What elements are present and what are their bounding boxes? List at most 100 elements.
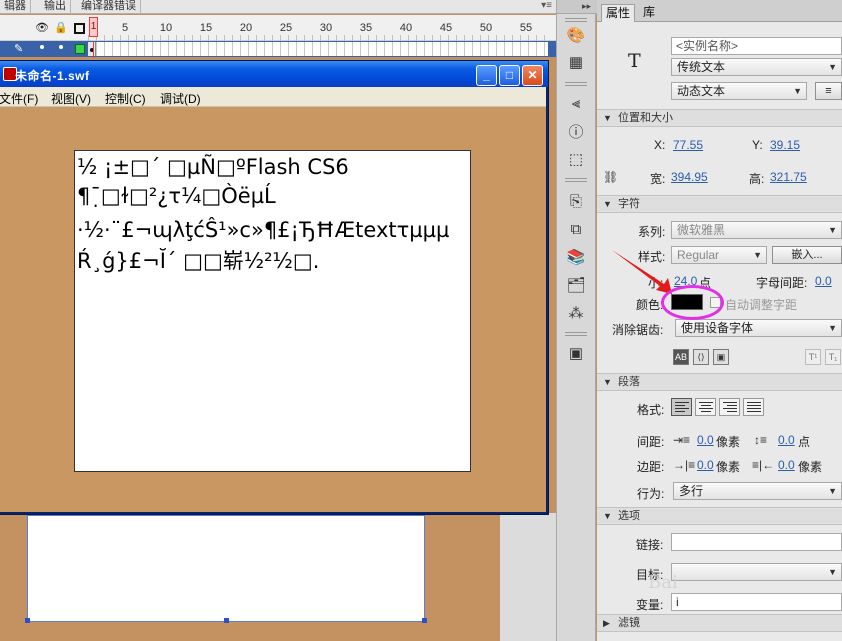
menu-debug[interactable]: 调试(D) (160, 90, 201, 107)
align-panel-icon[interactable]: ⫷ (565, 92, 587, 114)
selectable-icon[interactable]: AB (673, 349, 689, 365)
resize-handle[interactable] (422, 618, 427, 623)
text-orientation-button[interactable]: ≡ (815, 82, 842, 100)
layer-row[interactable]: ✎ (0, 41, 556, 57)
maximize-button[interactable]: □ (499, 65, 520, 86)
watermark: Bai (648, 572, 678, 593)
x-value[interactable]: 77.55 (673, 138, 703, 152)
section-filters[interactable]: ▶ 滤镜 (597, 614, 842, 632)
tab-compiler-errors[interactable]: 编译器错误 (77, 0, 141, 14)
motion-presets-icon[interactable]: ⁂ (565, 302, 587, 324)
text-type-select[interactable]: 传统文本 ▼ (671, 58, 842, 76)
antialias-select[interactable]: 使用设备字体 ▼ (675, 319, 842, 337)
project-icon[interactable]: 🗂 (565, 274, 587, 296)
frame-number: 20 (239, 22, 253, 34)
frame-number: 50 (479, 22, 493, 34)
library-books-icon[interactable]: 📚 (565, 246, 587, 268)
menu-control[interactable]: 控制(C) (105, 90, 146, 107)
minimize-button[interactable]: _ (476, 65, 497, 86)
panel-grip[interactable] (565, 178, 587, 182)
embed-button[interactable]: 嵌入... (772, 246, 842, 264)
target-select[interactable]: ▼ (671, 563, 842, 581)
link-input[interactable] (671, 533, 842, 551)
tab-library[interactable]: 库 (639, 4, 659, 22)
border-toggle-icon[interactable]: ▣ (713, 349, 729, 365)
letter-spacing-value[interactable]: 0.0 (815, 274, 832, 288)
transform-icon[interactable]: ⬚ (565, 148, 587, 170)
superscript-icon[interactable]: T¹ (805, 349, 821, 365)
keyframe[interactable] (88, 42, 96, 56)
variable-input[interactable]: i (671, 593, 842, 611)
frame-number: 55 (519, 22, 533, 34)
lock-dot[interactable] (59, 45, 63, 49)
font-family-select[interactable]: 微软雅黑 ▼ (671, 221, 842, 239)
line-spacing-icon: ↕≡ (754, 433, 768, 447)
movie-explorer-icon[interactable]: ▣ (565, 342, 587, 364)
left-margin-value[interactable]: 0.0 (697, 458, 714, 472)
frame-number: 5 (121, 22, 129, 34)
text-behavior-select[interactable]: 动态文本 ▼ (671, 82, 807, 100)
auto-kern-label: 自动调整字距 (725, 298, 798, 312)
html-render-icon[interactable]: ⟨⟩ (693, 349, 709, 365)
x-label: X: (654, 138, 666, 152)
playhead-line (93, 41, 94, 58)
frame-cells[interactable] (88, 42, 548, 56)
code-snippets-icon[interactable]: ⎘ (565, 190, 587, 212)
section-position-size[interactable]: ▼ 位置和大小 (597, 109, 842, 127)
panel-menu-icon[interactable]: ▾≡ (541, 0, 552, 11)
right-margin-value[interactable]: 0.0 (778, 458, 795, 472)
section-title: 选项 (618, 510, 640, 522)
width-value[interactable]: 394.95 (671, 170, 708, 184)
link-constrain-icon[interactable]: ⛓ (603, 170, 618, 184)
chevron-down-icon: ▼ (828, 567, 837, 577)
instance-name-input[interactable]: <实例名称> (671, 37, 842, 55)
window-titlebar[interactable]: 未命名-1.swf _ □ ✕ (0, 61, 548, 87)
behavior-select[interactable]: 多行 ▼ (673, 482, 842, 500)
resize-handle[interactable] (25, 618, 30, 623)
annotation-arrow (612, 250, 672, 294)
section-character[interactable]: ▼ 字符 (597, 195, 842, 213)
dynamic-text-field[interactable]: ½ ¡±□´ □µÑ□ºFlash CS6 ¶¯̣□ɫ□²¿τ¼□ÒëµĹ ·½… (74, 150, 471, 472)
eye-icon[interactable]: 👁 (35, 22, 49, 34)
height-value[interactable]: 321.75 (770, 170, 807, 184)
tab-editor[interactable]: 辑器 (0, 0, 31, 14)
align-right-icon[interactable] (719, 398, 740, 416)
align-justify-icon[interactable] (743, 398, 764, 416)
indent-value[interactable]: 0.0 (697, 433, 714, 447)
resize-handle[interactable] (224, 618, 229, 623)
tab-output[interactable]: 输出 (40, 0, 71, 14)
menu-view[interactable]: 视图(V) (51, 90, 91, 107)
collapse-arrow-icon: ▼ (603, 113, 612, 123)
info-icon[interactable]: ⓘ (565, 120, 587, 142)
outline-icon[interactable] (74, 23, 85, 34)
visibility-dot[interactable] (40, 45, 44, 49)
close-button[interactable]: ✕ (522, 65, 543, 86)
align-center-icon[interactable] (695, 398, 716, 416)
section-title: 滤镜 (618, 617, 640, 629)
panel-grip[interactable] (565, 18, 587, 22)
stage-textfield-selection[interactable] (25, 515, 427, 623)
menu-file[interactable]: 文件(F) (0, 90, 38, 107)
font-style-select[interactable]: Regular ▼ (671, 246, 767, 264)
layer-outline-color[interactable] (75, 44, 85, 54)
align-left-icon[interactable] (671, 398, 692, 416)
lock-icon[interactable]: 🔒 (54, 22, 68, 34)
swf-stage: ½ ¡±□´ □µÑ□ºFlash CS6 ¶¯̣□ɫ□²¿τ¼□ÒëµĹ ·½… (0, 107, 546, 512)
components-icon[interactable]: ⧉ (565, 218, 587, 240)
indent-unit: 像素 (716, 435, 741, 449)
section-options[interactable]: ▼ 选项 (597, 507, 842, 525)
frame-ruler[interactable]: 5 10 15 20 25 30 35 40 45 50 55 (88, 15, 548, 41)
color-panel-icon[interactable]: 🎨 (565, 24, 587, 46)
section-title: 段落 (618, 376, 640, 388)
tab-properties[interactable]: 属性 (601, 4, 636, 22)
panel-grip[interactable] (565, 332, 587, 336)
pasteboard (500, 513, 556, 641)
y-value[interactable]: 39.15 (770, 138, 800, 152)
playhead[interactable]: 1 (89, 17, 98, 37)
panel-grip[interactable] (565, 82, 587, 86)
section-paragraph[interactable]: ▼ 段落 (597, 373, 842, 391)
margin-label: 边距: (637, 460, 665, 474)
line-spacing-value[interactable]: 0.0 (778, 433, 795, 447)
swatches-icon[interactable]: ▦ (565, 51, 587, 73)
subscript-icon[interactable]: T₁ (825, 349, 841, 365)
